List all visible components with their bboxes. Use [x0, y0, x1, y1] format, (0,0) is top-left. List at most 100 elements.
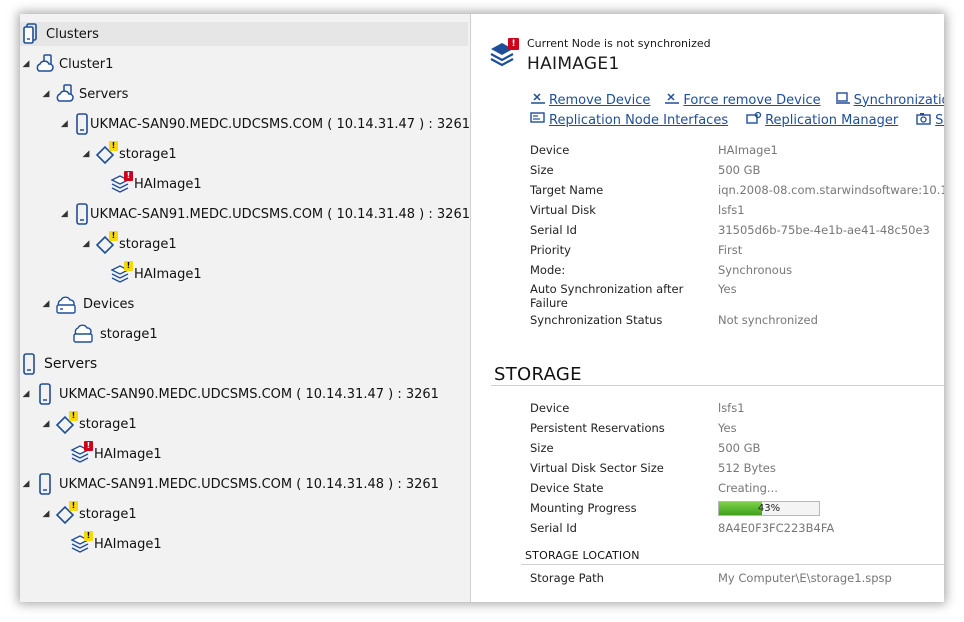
expand-icon[interactable]: ◢ [40, 89, 52, 99]
device-icon [72, 323, 96, 345]
warning-badge-icon: ! [69, 501, 78, 511]
server-icon [35, 383, 55, 405]
divider [521, 564, 944, 565]
error-badge-icon: ! [508, 38, 519, 50]
tree-item-clusters[interactable]: Clusters [20, 22, 468, 46]
expand-icon[interactable]: ◢ [40, 419, 52, 429]
server-icon [72, 203, 88, 225]
actions-row-1: Remove Device Force remove Device Synchr… [530, 91, 944, 109]
prop-row: Mounting Progress 43% [530, 498, 944, 518]
prop-value: Not synchronized [718, 313, 818, 327]
prop-label: Size [530, 441, 554, 455]
tree-item-cluster1[interactable]: ◢ Cluster1 [20, 52, 113, 76]
expand-icon[interactable]: ◢ [20, 59, 32, 69]
force-remove-device-label: Force remove Device [683, 92, 821, 108]
prop-row: Device State Creating... [530, 478, 944, 498]
camera-icon [916, 111, 932, 129]
tree-item-server2-haimage1[interactable]: ! HAImage1 [70, 531, 162, 556]
tree-item-servers[interactable]: Servers [20, 352, 97, 376]
expand-icon[interactable]: ◢ [20, 389, 32, 399]
synchronization-label: Synchronization [853, 92, 944, 108]
replication-manager-link[interactable]: Replication Manager [746, 111, 898, 129]
prop-label: Virtual Disk [530, 203, 596, 217]
prop-value: 31505d6b-75be-4e1b-ae41-48c50e3 [718, 223, 930, 237]
mounting-progress-cell: 43% [718, 500, 820, 516]
replication-manager-label: Replication Manager [765, 112, 899, 128]
expand-icon[interactable]: ◢ [60, 209, 69, 219]
prop-row: Size 500 GB [530, 160, 944, 180]
prop-row: Persistent Reservations Yes [530, 418, 944, 438]
progress-text: 43% [757, 502, 781, 514]
prop-row: Device HAImage1 [530, 140, 944, 160]
expand-icon[interactable]: ◢ [80, 149, 92, 159]
storage-icon: ! [95, 231, 118, 255]
tree-item-server2[interactable]: ◢ UKMAC-SAN91.MEDC.UDCSMS.COM ( 10.14.31… [20, 472, 439, 496]
prop-value: Yes [718, 282, 737, 296]
remove-device-label: Remove Device [549, 92, 651, 108]
tree-item-devices-storage1[interactable]: storage1 [72, 322, 158, 346]
warning-badge-icon: ! [109, 141, 118, 151]
tree-item-cluster-storage1b[interactable]: ◢ ! storage1 [80, 231, 177, 256]
prop-value: 500 GB [718, 441, 761, 455]
tree-item-devices[interactable]: ◢ Devices [40, 292, 134, 316]
tree-label: UKMAC-SAN91.MEDC.UDCSMS.COM ( 10.14.31.4… [59, 476, 439, 492]
server-icon [35, 473, 55, 495]
remove-device-link[interactable]: Remove Device [530, 91, 650, 109]
tree-label: Clusters [46, 26, 99, 42]
prop-label: Serial Id [530, 223, 577, 237]
storage-icon: ! [55, 501, 78, 525]
network-interfaces-icon [530, 111, 546, 129]
sync-alert: Current Node is not synchronized [527, 37, 711, 50]
snapshot-link[interactable]: Snap [916, 111, 944, 129]
cluster-icon [35, 53, 55, 75]
tree-item-cluster-storage1a[interactable]: ◢ ! storage1 [80, 141, 177, 166]
tree-item-cluster-server1[interactable]: ◢ UKMAC-SAN90.MEDC.UDCSMS.COM ( 10.14.31… [60, 112, 470, 136]
expand-icon[interactable]: ◢ [40, 299, 52, 309]
prop-label: Device [530, 401, 570, 415]
tree-label: UKMAC-SAN90.MEDC.UDCSMS.COM ( 10.14.31.4… [59, 386, 439, 402]
warning-badge-icon: ! [124, 261, 133, 271]
cluster-icon [55, 83, 75, 105]
replication-manager-icon [746, 111, 762, 129]
haimage-icon: ! [489, 38, 519, 68]
expand-icon[interactable]: ◢ [80, 239, 92, 249]
prop-label: Device State [530, 481, 604, 495]
tree-label: Devices [83, 296, 135, 312]
prop-row: Storage Path My Computer\E\storage1.spsp [530, 568, 944, 588]
replication-node-interfaces-link[interactable]: Replication Node Interfaces [530, 111, 728, 129]
expand-icon[interactable]: ◢ [40, 509, 52, 519]
prop-label: Serial Id [530, 521, 577, 535]
prop-value: iqn.2008-08.com.starwindsoftware:10.14.3… [718, 183, 944, 197]
tree-item-cluster-servers[interactable]: ◢ Servers [40, 82, 128, 106]
prop-row: Auto Synchronization after Failure Yes [530, 280, 944, 314]
storage-location-title: STORAGE LOCATION [525, 549, 640, 562]
warning-badge-icon: ! [69, 411, 78, 421]
tree-label: UKMAC-SAN91.MEDC.UDCSMS.COM ( 10.14.31.4… [90, 206, 470, 222]
expand-icon[interactable]: ◢ [60, 119, 69, 129]
tree-item-server1-storage1[interactable]: ◢ ! storage1 [40, 411, 137, 436]
force-remove-device-link[interactable]: Force remove Device [664, 91, 821, 109]
prop-row: Virtual Disk Sector Size 512 Bytes [530, 458, 944, 478]
haimage-icon: ! [110, 171, 133, 195]
tree-item-server1[interactable]: ◢ UKMAC-SAN90.MEDC.UDCSMS.COM ( 10.14.31… [20, 382, 439, 406]
tree-label: storage1 [100, 326, 158, 342]
prop-value: First [718, 243, 743, 257]
tree-item-server1-haimage1[interactable]: ! HAImage1 [70, 441, 162, 466]
tree-item-cluster-haimage1a[interactable]: ! HAImage1 [110, 171, 202, 196]
prop-row: Target Name iqn.2008-08.com.starwindsoft… [530, 180, 944, 200]
synchronization-link[interactable]: Synchronization [835, 91, 944, 109]
prop-row: Serial Id 8A4E0F3FC223B4FA [530, 518, 944, 538]
tree-label: HAImage1 [94, 446, 162, 462]
server-icon [20, 353, 40, 375]
tree-panel[interactable]: Clusters ◢ Cluster1 ◢ Servers ◢ UKMAC-SA… [20, 14, 471, 602]
tree-item-server2-storage1[interactable]: ◢ ! storage1 [40, 501, 137, 526]
tree-item-cluster-server2[interactable]: ◢ UKMAC-SAN91.MEDC.UDCSMS.COM ( 10.14.31… [60, 202, 470, 226]
tree-item-cluster-haimage1b[interactable]: ! HAImage1 [110, 261, 202, 286]
prop-value: lsfs1 [718, 203, 745, 217]
remove-device-icon [530, 91, 546, 109]
prop-label: Target Name [530, 183, 604, 197]
tree-label: HAImage1 [134, 176, 202, 192]
error-badge-icon: ! [84, 441, 93, 451]
warning-badge-icon: ! [109, 231, 118, 241]
expand-icon[interactable]: ◢ [20, 479, 32, 489]
